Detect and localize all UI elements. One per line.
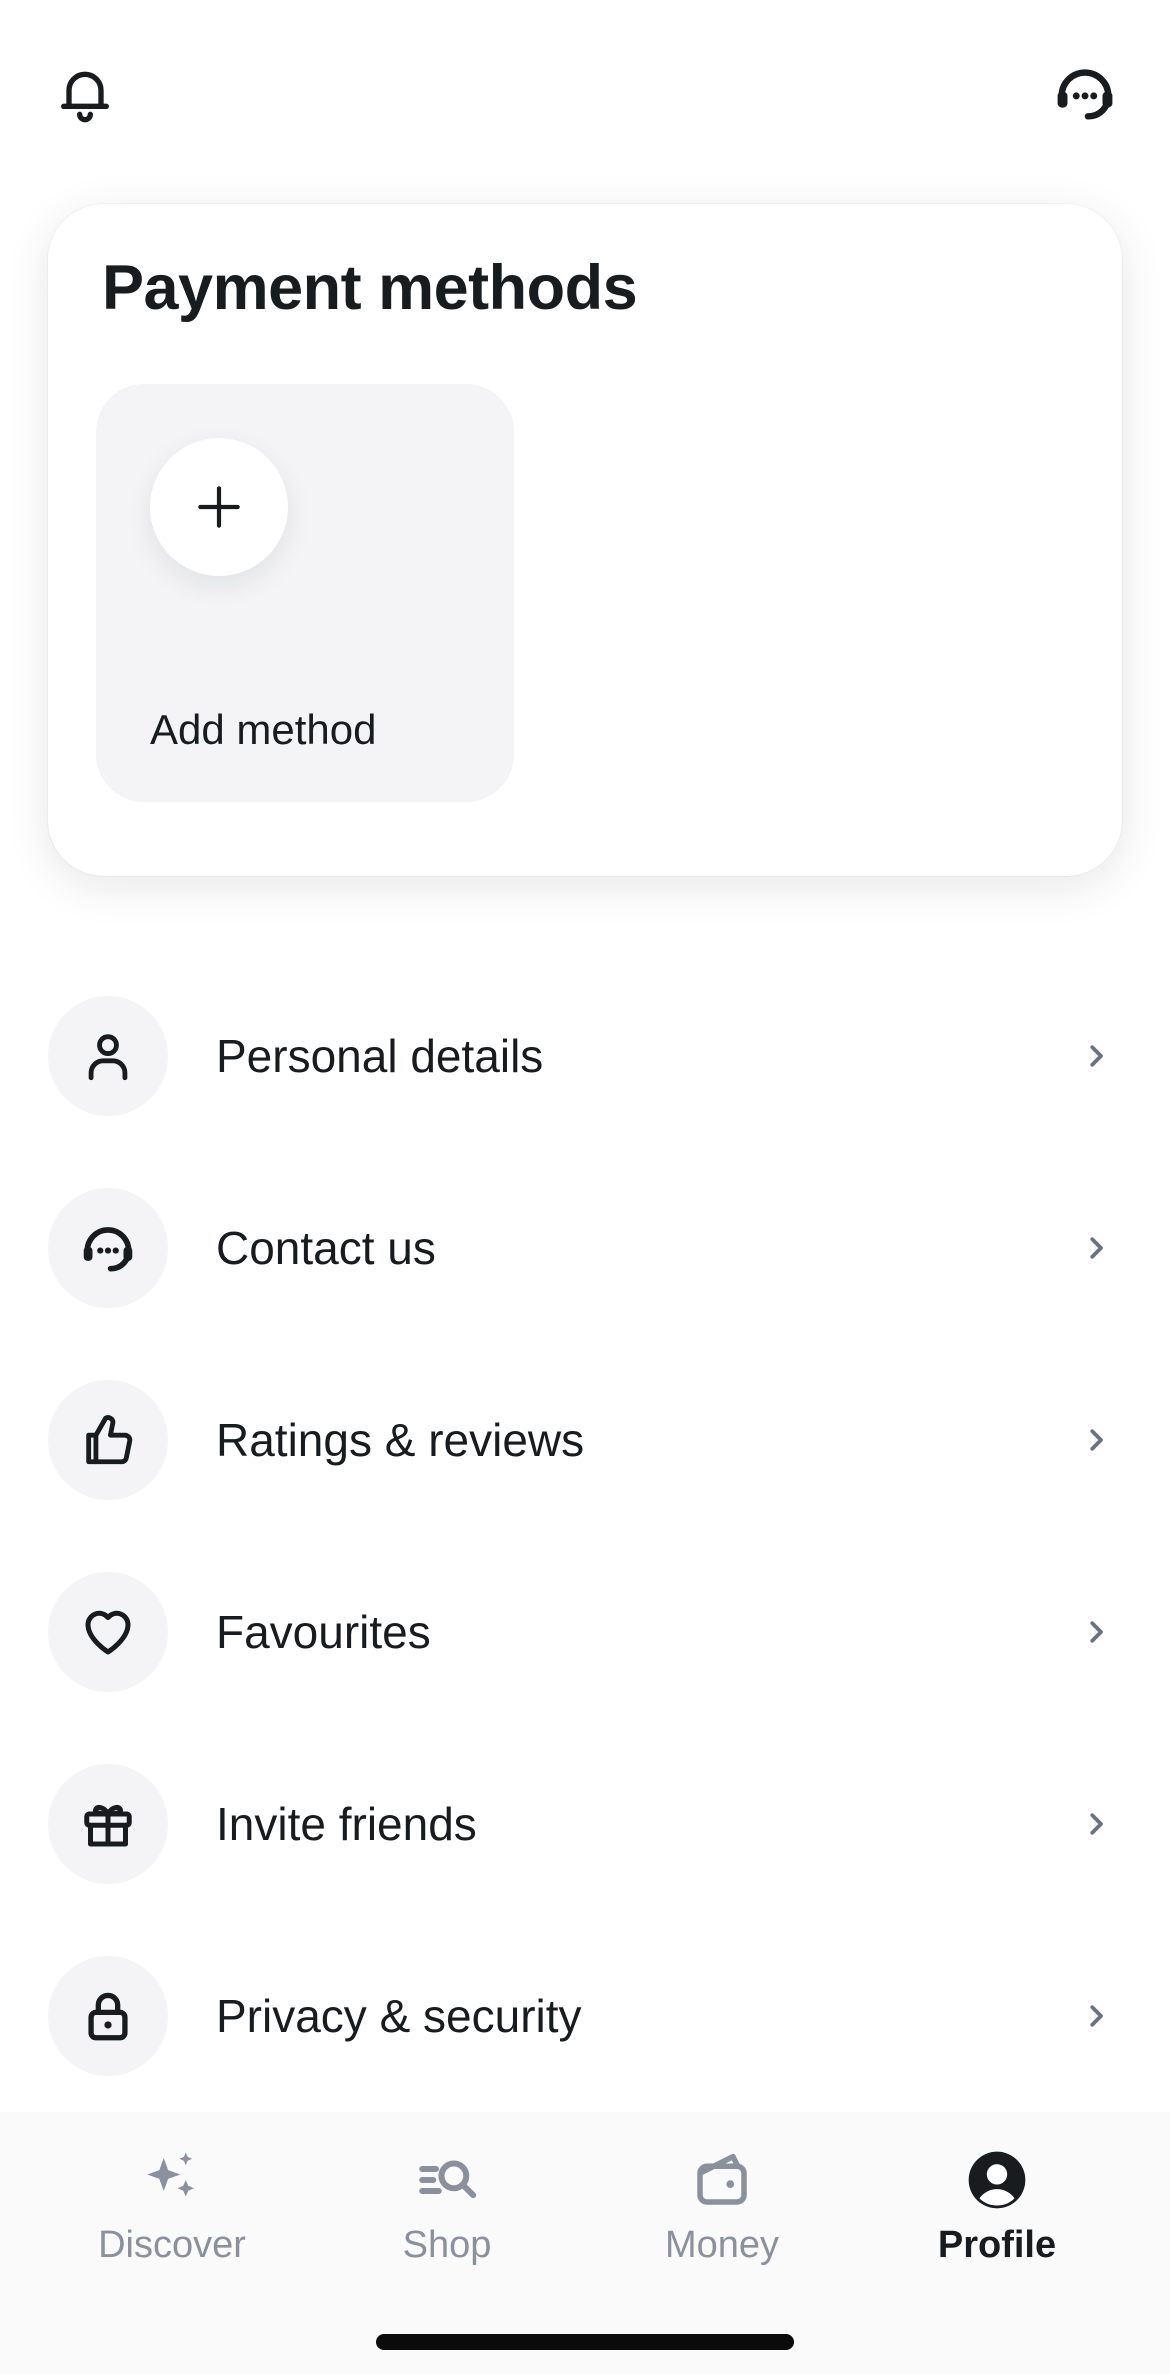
nav-label: Discover	[98, 2224, 246, 2266]
chevron-right-icon	[1076, 1420, 1116, 1460]
menu-item-privacy-security[interactable]: Privacy & security	[0, 1920, 1170, 2112]
shop-search-icon	[411, 2144, 483, 2216]
chevron-right-icon	[1076, 1612, 1116, 1652]
menu-item-label: Contact us	[216, 1222, 436, 1274]
nav-label: Shop	[402, 2224, 492, 2266]
wallet-icon	[686, 2144, 758, 2216]
home-indicator[interactable]	[376, 2334, 794, 2350]
gift-icon	[48, 1764, 168, 1884]
nav-label: Money	[664, 2224, 780, 2266]
add-method-label: Add method	[150, 706, 377, 753]
heart-icon	[48, 1572, 168, 1692]
nav-money[interactable]: Money	[602, 2144, 842, 2267]
profile-screen: Payment methods Add method Personal deta…	[0, 0, 1170, 2374]
nav-shop[interactable]: Shop	[327, 2144, 567, 2267]
menu-item-label: Favourites	[216, 1606, 431, 1658]
sparkles-icon	[136, 2144, 208, 2216]
chevron-right-icon	[1076, 1228, 1116, 1268]
menu-item-contact-us[interactable]: Contact us	[0, 1152, 1170, 1344]
nav-discover[interactable]: Discover	[52, 2144, 292, 2267]
menu-item-label: Invite friends	[216, 1798, 477, 1850]
menu-item-invite-friends[interactable]: Invite friends	[0, 1728, 1170, 1920]
bell-icon[interactable]	[40, 48, 130, 138]
nav-profile[interactable]: Profile	[877, 2144, 1117, 2267]
support-headset-icon	[48, 1188, 168, 1308]
payment-methods-card: Payment methods Add method	[48, 204, 1122, 876]
lock-icon	[48, 1956, 168, 2076]
menu-item-label: Personal details	[216, 1030, 544, 1082]
person-icon	[48, 996, 168, 1116]
chevron-right-icon	[1076, 1036, 1116, 1076]
menu-item-label: Privacy & security	[216, 1990, 582, 2042]
payment-methods-title: Payment methods	[102, 253, 638, 323]
menu-item-ratings-reviews[interactable]: Ratings & reviews	[0, 1344, 1170, 1536]
thumbs-up-icon	[48, 1380, 168, 1500]
menu-item-personal-details[interactable]: Personal details	[0, 960, 1170, 1152]
add-method-button[interactable]: Add method	[96, 384, 514, 802]
nav-label: Profile	[937, 2224, 1057, 2266]
plus-icon	[150, 438, 288, 576]
profile-icon	[961, 2144, 1033, 2216]
menu-item-label: Ratings & reviews	[216, 1414, 585, 1466]
profile-menu: Personal details Contact us Ratings & re…	[0, 960, 1170, 2112]
menu-item-favourites[interactable]: Favourites	[0, 1536, 1170, 1728]
chevron-right-icon	[1076, 1804, 1116, 1844]
chevron-right-icon	[1076, 1996, 1116, 2036]
support-headset-icon[interactable]	[1040, 48, 1130, 138]
